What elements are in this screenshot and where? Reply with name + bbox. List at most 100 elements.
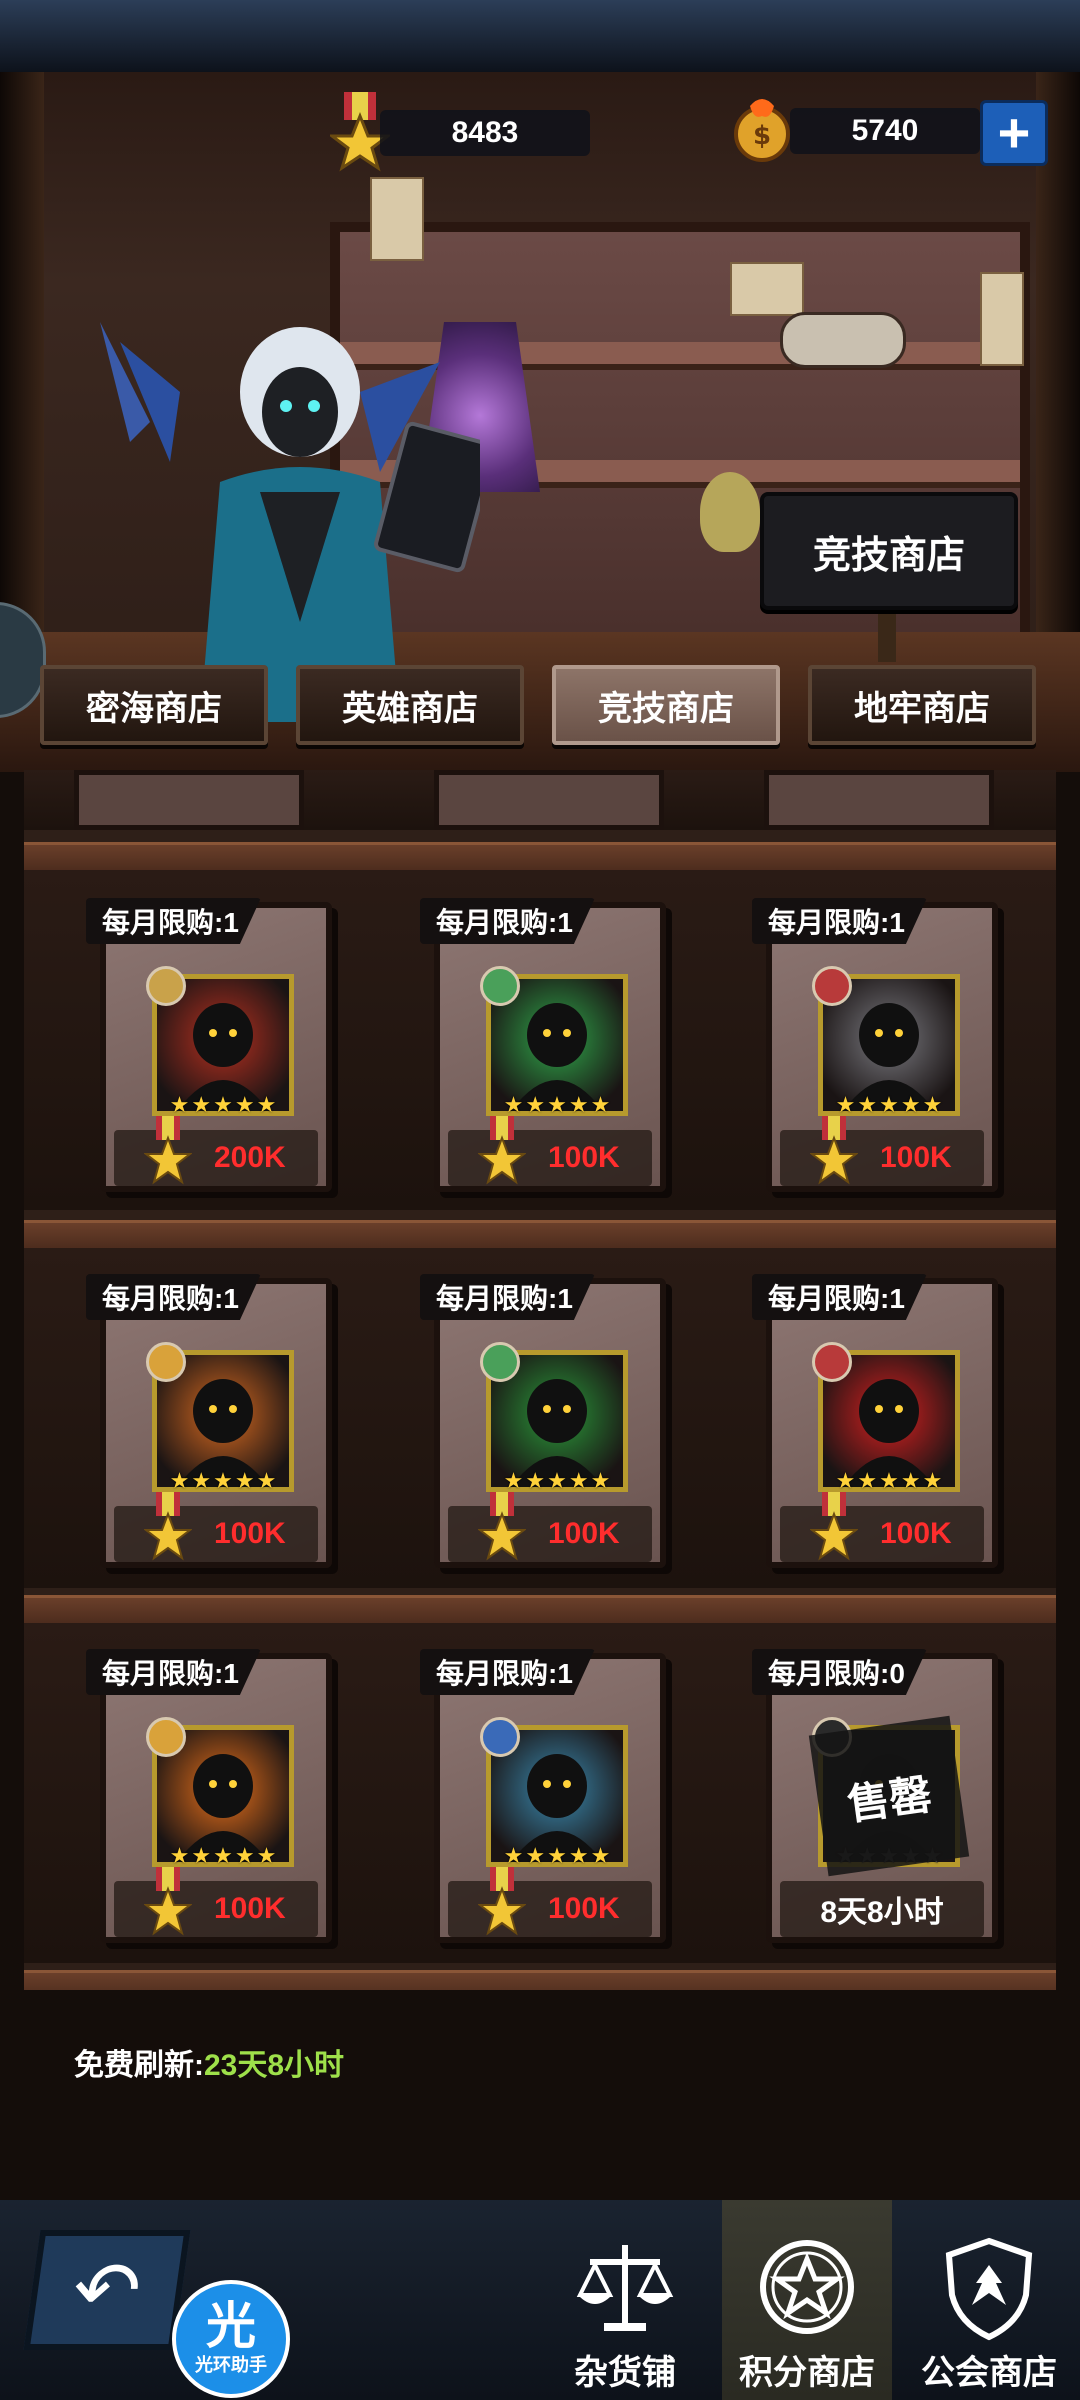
star-icon: ★ bbox=[234, 1468, 255, 1493]
star-icon: ★ bbox=[900, 1468, 921, 1493]
star-icon: ★ bbox=[234, 1843, 255, 1868]
star-icon: ★ bbox=[568, 1092, 589, 1117]
nav-label: 积分商店 bbox=[739, 2354, 875, 2392]
element-faction-icon bbox=[480, 1717, 520, 1757]
nav-label: 杂货铺 bbox=[574, 2354, 676, 2392]
shop-item-card[interactable]: 每月限购:1 ★ ★ ★ ★ ★ 100K bbox=[420, 1274, 666, 1568]
purchase-limit-label: 每月限购:1 bbox=[752, 1274, 927, 1320]
arena-medal-icon bbox=[478, 1116, 526, 1185]
star-icon: ★ bbox=[213, 1092, 233, 1117]
tab-mihai-shop[interactable]: 密海商店 bbox=[40, 665, 268, 745]
purchase-limit-label: 每月限购:1 bbox=[86, 1649, 261, 1695]
star-icon: ★ bbox=[169, 1468, 190, 1493]
arena-points-value: 8483 bbox=[380, 110, 590, 156]
star-icon: ★ bbox=[525, 1092, 546, 1117]
star-rating: ★★★★★ bbox=[152, 1843, 294, 1869]
star-rating: ★★★★★ bbox=[152, 1468, 294, 1494]
shop-item-card[interactable]: 每月限购:1 ★ ★ ★ ★ ★ 100K bbox=[420, 898, 666, 1192]
element-faction-icon bbox=[146, 1342, 186, 1382]
purchase-limit-label: 每月限购:1 bbox=[86, 898, 261, 944]
back-button[interactable]: ↶ bbox=[23, 2230, 191, 2350]
star-icon: ★ bbox=[568, 1843, 589, 1868]
star-icon: ★ bbox=[503, 1843, 524, 1868]
restock-timer: 8天8小时 bbox=[780, 1881, 984, 1937]
star-rating: ★★★★★ bbox=[818, 1092, 960, 1118]
star-icon: ★ bbox=[213, 1843, 233, 1868]
star-icon: ★ bbox=[547, 1092, 567, 1117]
element-faction-icon bbox=[812, 1342, 852, 1382]
helper-label: 光环助手 bbox=[195, 2355, 267, 2375]
add-currency-button[interactable]: + bbox=[980, 100, 1048, 166]
star-icon: ★ bbox=[525, 1843, 546, 1868]
star-icon: ★ bbox=[525, 1468, 546, 1493]
star-icon: ★ bbox=[503, 1092, 524, 1117]
star-icon: ★ bbox=[835, 1092, 856, 1117]
star-icon: ★ bbox=[879, 1092, 899, 1117]
star-rating: ★★★★★ bbox=[152, 1092, 294, 1118]
shelf-divider bbox=[24, 1970, 1056, 1990]
purchase-limit-label: 每月限购:1 bbox=[420, 898, 595, 944]
star-icon: ★ bbox=[169, 1843, 190, 1868]
helper-floating-button[interactable]: 光 光环助手 bbox=[172, 2280, 290, 2398]
svg-text:$: $ bbox=[753, 121, 771, 151]
element-faction-icon bbox=[480, 1342, 520, 1382]
star-rating: ★★★★★ bbox=[486, 1092, 628, 1118]
status-strip bbox=[0, 0, 1080, 72]
star-icon: ★ bbox=[879, 1468, 899, 1493]
shop-item-card[interactable]: 每月限购:0★★★★★售罄8天8小时 bbox=[752, 1649, 998, 1943]
shop-item-card[interactable]: 每月限购:1 ★ ★ ★ ★ ★ 100K bbox=[86, 1649, 332, 1943]
purchase-limit-label: 每月限购:1 bbox=[752, 898, 927, 944]
sign-post bbox=[878, 602, 896, 662]
purchase-limit-label: 每月限购:1 bbox=[420, 1274, 595, 1320]
star-icon: ★ bbox=[191, 1843, 212, 1868]
gold-coin-icon: $ bbox=[734, 99, 790, 162]
pinned-note bbox=[980, 272, 1024, 366]
star-icon: ★ bbox=[503, 1468, 524, 1493]
star-icon: ★ bbox=[547, 1468, 567, 1493]
star-icon: ★ bbox=[922, 1092, 943, 1117]
tab-dungeon-shop[interactable]: 地牢商店 bbox=[808, 665, 1036, 745]
star-icon: ★ bbox=[590, 1468, 611, 1493]
tab-hero-shop[interactable]: 英雄商店 bbox=[296, 665, 524, 745]
arena-medal-icon bbox=[144, 1116, 192, 1185]
element-faction-icon bbox=[812, 966, 852, 1006]
star-icon: ★ bbox=[590, 1092, 611, 1117]
refresh-countdown: 23天8小时 bbox=[204, 2049, 345, 2082]
shop-item-card[interactable]: 每月限购:1 ★ ★ ★ ★ ★ 200K bbox=[86, 898, 332, 1192]
arena-medal-icon bbox=[478, 1492, 526, 1561]
star-icon: ★ bbox=[169, 1092, 190, 1117]
shop-item-card[interactable]: 每月限购:1 ★ ★ ★ ★ ★ 100K bbox=[86, 1274, 332, 1568]
shelf-sign-100 bbox=[780, 312, 906, 368]
guild-shield-icon bbox=[945, 2237, 1033, 2341]
shop-item-card[interactable]: 每月限购:1 ★ ★ ★ ★ ★ 100K bbox=[752, 1274, 998, 1568]
star-rating: ★★★★★ bbox=[818, 1468, 960, 1494]
purchase-limit-label: 每月限购:1 bbox=[86, 1274, 261, 1320]
star-icon: ★ bbox=[547, 1843, 567, 1868]
shopkeeper-character bbox=[100, 322, 480, 722]
nav-label: 公会商店 bbox=[921, 2354, 1057, 2392]
scales-icon bbox=[576, 2245, 674, 2331]
pinned-note bbox=[730, 262, 804, 316]
nav-points-shop[interactable]: 积分商店 bbox=[722, 2200, 892, 2400]
arena-medal-icon bbox=[144, 1867, 192, 1936]
star-medal-icon bbox=[760, 2240, 854, 2334]
arena-medal-icon bbox=[810, 1116, 858, 1185]
partial-card bbox=[434, 770, 664, 830]
nav-guild-shop[interactable]: 公会商店 bbox=[904, 2200, 1074, 2400]
shop-item-card[interactable]: 每月限购:1 ★ ★ ★ ★ ★ 100K bbox=[420, 1649, 666, 1943]
star-icon: ★ bbox=[256, 1092, 277, 1117]
shop-item-card[interactable]: 每月限购:1 ★ ★ ★ ★ ★ 100K bbox=[752, 898, 998, 1192]
star-rating: ★★★★★ bbox=[486, 1843, 628, 1869]
tab-arena-shop[interactable]: 竞技商店 bbox=[552, 665, 780, 745]
star-icon: ★ bbox=[857, 1092, 878, 1117]
star-icon: ★ bbox=[234, 1092, 255, 1117]
star-icon: ★ bbox=[191, 1468, 212, 1493]
arena-medal-icon bbox=[810, 1492, 858, 1561]
element-faction-icon bbox=[146, 966, 186, 1006]
star-rating: ★★★★★ bbox=[486, 1468, 628, 1494]
element-faction-icon bbox=[146, 1717, 186, 1757]
star-icon: ★ bbox=[568, 1468, 589, 1493]
arena-medal-icon bbox=[478, 1867, 526, 1936]
nav-general-store[interactable]: 杂货铺 bbox=[540, 2200, 710, 2400]
arena-medal-icon bbox=[144, 1492, 192, 1561]
